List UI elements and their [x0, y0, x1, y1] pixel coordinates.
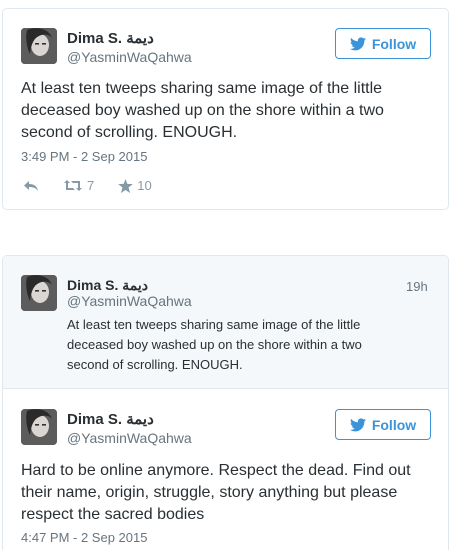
follow-button[interactable]: Follow: [335, 28, 431, 59]
tweet-timestamp[interactable]: 3:49 PM - 2 Sep 2015: [21, 149, 147, 164]
tweet-timestamp[interactable]: 4:47 PM - 2 Sep 2015: [21, 530, 147, 545]
tweet-card-2: Dima S. ديمة @YasminWaQahwa 19h At least…: [2, 255, 449, 550]
quoted-author-handle[interactable]: @YasminWaQahwa: [67, 293, 192, 309]
favorite-action[interactable]: 10: [118, 178, 152, 193]
avatar[interactable]: [21, 409, 57, 445]
retweet-action[interactable]: 7: [63, 178, 94, 193]
author-name[interactable]: Dima S. ديمة: [67, 29, 154, 47]
reply-action[interactable]: [23, 180, 39, 192]
author-name[interactable]: Dima S. ديمة: [67, 410, 154, 428]
follow-label: Follow: [371, 416, 417, 433]
follow-button[interactable]: Follow: [335, 409, 431, 440]
tweet-card-1: Dima S. ديمة @YasminWaQahwa Follow At le…: [2, 8, 449, 210]
bird-icon: [349, 417, 366, 432]
avatar[interactable]: [21, 28, 57, 64]
tweet-text: At least ten tweeps sharing same image o…: [21, 80, 384, 141]
tweet-actions: 7 10: [23, 178, 176, 193]
author-handle[interactable]: @YasminWaQahwa: [67, 430, 192, 446]
retweet-count: 7: [87, 178, 95, 193]
quoted-tweet-text: At least ten tweeps sharing same image o…: [67, 317, 362, 372]
quoted-tweet[interactable]: Dima S. ديمة @YasminWaQahwa 19h At least…: [3, 256, 448, 389]
quoted-author-name[interactable]: Dima S. ديمة: [67, 277, 148, 294]
author-handle[interactable]: @YasminWaQahwa: [67, 49, 192, 65]
follow-label: Follow: [371, 35, 417, 52]
star-icon: [118, 178, 134, 193]
tweet-text: Hard to be online anymore. Respect the d…: [21, 462, 411, 523]
bird-icon: [349, 36, 366, 51]
avatar[interactable]: [21, 275, 57, 311]
retweet-icon: [63, 179, 83, 192]
favorite-count: 10: [137, 178, 152, 193]
quoted-relative-time[interactable]: 19h: [406, 279, 428, 294]
reply-icon: [23, 180, 39, 192]
